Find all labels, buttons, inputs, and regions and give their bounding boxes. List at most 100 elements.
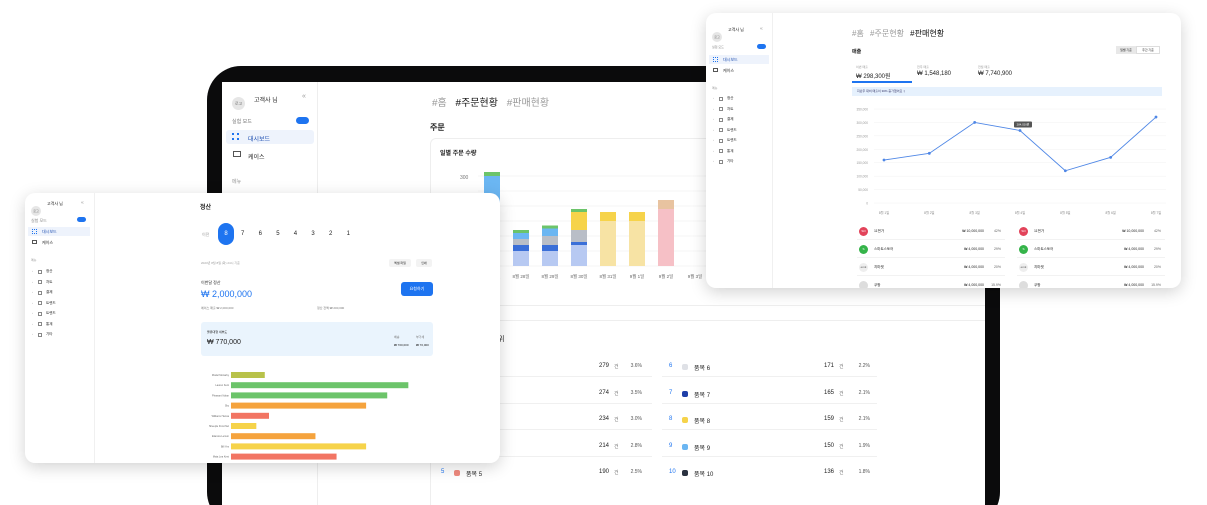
chevron-right-icon[interactable]: ›	[713, 128, 714, 132]
month-page[interactable]: 7	[241, 231, 244, 237]
crumb-orders[interactable]: #주문현황	[456, 98, 498, 109]
chevron-right-icon[interactable]: ›	[713, 159, 714, 163]
channel-divider	[1017, 239, 1165, 240]
menu-item[interactable]: 결제	[727, 117, 733, 122]
channel-divider	[857, 257, 1005, 258]
menu-item[interactable]: 기타	[727, 159, 733, 164]
channel-name: 11번가	[874, 229, 885, 233]
chevron-right-icon[interactable]: ›	[713, 96, 714, 100]
menu-item[interactable]: 통계	[46, 322, 52, 327]
menu-icon	[719, 138, 723, 143]
bar-segment	[513, 245, 529, 251]
menu-item[interactable]: 차트	[727, 107, 733, 112]
chevron-right-icon[interactable]: ›	[713, 138, 714, 142]
x-tick-label: 8월 5일	[1060, 210, 1070, 215]
excel-button[interactable]: 엑셀 파일	[389, 259, 411, 267]
month-page[interactable]: 6	[259, 231, 262, 237]
rank-count: 279	[598, 363, 609, 369]
collapse-icon[interactable]: «	[760, 26, 763, 32]
rank-unit: 건	[614, 443, 619, 450]
mode-toggle[interactable]	[77, 217, 86, 222]
menu-item[interactable]: 정산	[727, 96, 733, 101]
chevron-right-icon[interactable]: ›	[713, 107, 714, 111]
toggle-daily[interactable]: 일별 기준	[1116, 46, 1136, 54]
menu-icon	[38, 301, 42, 305]
channel-pct: 15.9%	[1151, 283, 1161, 287]
menu-item[interactable]: 트렌드	[727, 138, 737, 143]
menu-item[interactable]: 결제	[46, 290, 52, 295]
channel-pct: 29%	[993, 247, 1001, 251]
monitor-icon	[32, 240, 37, 244]
rank-name: 품목 10	[694, 472, 714, 478]
category-label: Elanora Lemon	[212, 435, 230, 438]
chevron-right-icon[interactable]: ›	[32, 280, 33, 284]
crumb-orders[interactable]: #주문현황	[870, 29, 904, 38]
month-page[interactable]: 3	[311, 231, 314, 237]
collapse-icon[interactable]: «	[81, 200, 84, 206]
mode-toggle[interactable]	[757, 44, 766, 49]
menu-label: 메뉴	[712, 86, 718, 90]
bar-segment	[542, 251, 558, 266]
category-label: Lauren Kent	[215, 384, 229, 387]
col-value: ₩ 70,000	[416, 343, 429, 347]
chevron-right-icon[interactable]: ›	[713, 149, 714, 153]
menu-item[interactable]: 트렌드	[727, 128, 737, 133]
crumb-sales[interactable]: #판매현황	[910, 29, 944, 38]
menu-item[interactable]: 통계	[727, 149, 733, 154]
menu-item[interactable]: 기타	[46, 332, 52, 337]
rank-name: 품목 8	[694, 419, 711, 425]
hbar	[231, 433, 316, 440]
sidebar-item-case[interactable]: 케이스	[226, 148, 314, 162]
settle-amount: ₩ 2,000,000	[201, 289, 253, 299]
crumb-home[interactable]: #홈	[432, 98, 447, 109]
menu-item[interactable]: 정산	[46, 269, 52, 274]
prev-button[interactable]: 이전	[202, 232, 209, 238]
y-tick-label: 250,000	[856, 134, 868, 138]
rank-swatch	[682, 443, 688, 450]
channel-pct: 20%	[1153, 265, 1161, 269]
chevron-right-icon[interactable]: ›	[32, 290, 33, 294]
month-page[interactable]: 4	[294, 231, 297, 237]
rank-count: 136	[823, 469, 834, 475]
rank-count: 214	[598, 442, 609, 449]
rank-count: 159	[823, 416, 834, 422]
month-page[interactable]: 1	[347, 231, 350, 237]
box-amount: ₩ 770,000	[207, 339, 241, 346]
chevron-right-icon[interactable]: ›	[32, 311, 33, 315]
menu-item[interactable]: 트렌드	[46, 301, 56, 306]
rank-unit: 건	[839, 364, 844, 370]
rank-number: 6	[669, 363, 673, 369]
print-button[interactable]: 인쇄	[416, 259, 432, 267]
data-point	[973, 121, 977, 124]
month-active[interactable]: 8	[218, 223, 234, 245]
month-page[interactable]: 5	[276, 231, 279, 237]
sidebar-item-case[interactable]: 케이스	[28, 238, 90, 247]
sidebar-item-dashboard[interactable]: 대시보드	[226, 130, 314, 144]
menu-icon	[38, 280, 42, 284]
chevron-right-icon[interactable]: ›	[32, 322, 33, 326]
crumb-home[interactable]: #홈	[852, 29, 864, 38]
sidebar-item-dashboard[interactable]: 대시보드	[28, 227, 90, 236]
x-tick-label: 9월 3일	[688, 273, 703, 280]
hbar	[231, 392, 388, 399]
rank-count: 150	[823, 442, 834, 449]
month-page[interactable]: 2	[329, 231, 332, 237]
notice-bar: 지난주 대비 매출이 30% 증가했어요 :)	[852, 87, 1162, 96]
chevron-right-icon[interactable]: ›	[32, 301, 33, 305]
chevron-right-icon[interactable]: ›	[713, 117, 714, 121]
channel-pct: 20%	[993, 265, 1001, 269]
chevron-right-icon[interactable]: ›	[32, 332, 33, 336]
menu-item[interactable]: 트렌드	[46, 311, 56, 316]
mode-toggle[interactable]	[296, 117, 309, 124]
crumb-sales[interactable]: #판매현황	[507, 98, 549, 109]
channel-logo	[1019, 281, 1028, 288]
collapse-icon[interactable]: «	[302, 93, 306, 100]
sidebar-item-case[interactable]: 케이스	[709, 66, 769, 75]
toggle-weekly[interactable]: 주간 기준	[1136, 46, 1160, 54]
menu-item[interactable]: 차트	[46, 280, 52, 285]
rank-pct: 2.5%	[630, 469, 642, 475]
menu-label: 메뉴	[31, 258, 37, 262]
chevron-right-icon[interactable]: ›	[32, 269, 33, 273]
sidebar-item-dashboard[interactable]: 대시보드	[709, 55, 769, 64]
request-button[interactable]: 요청하기	[401, 282, 433, 296]
